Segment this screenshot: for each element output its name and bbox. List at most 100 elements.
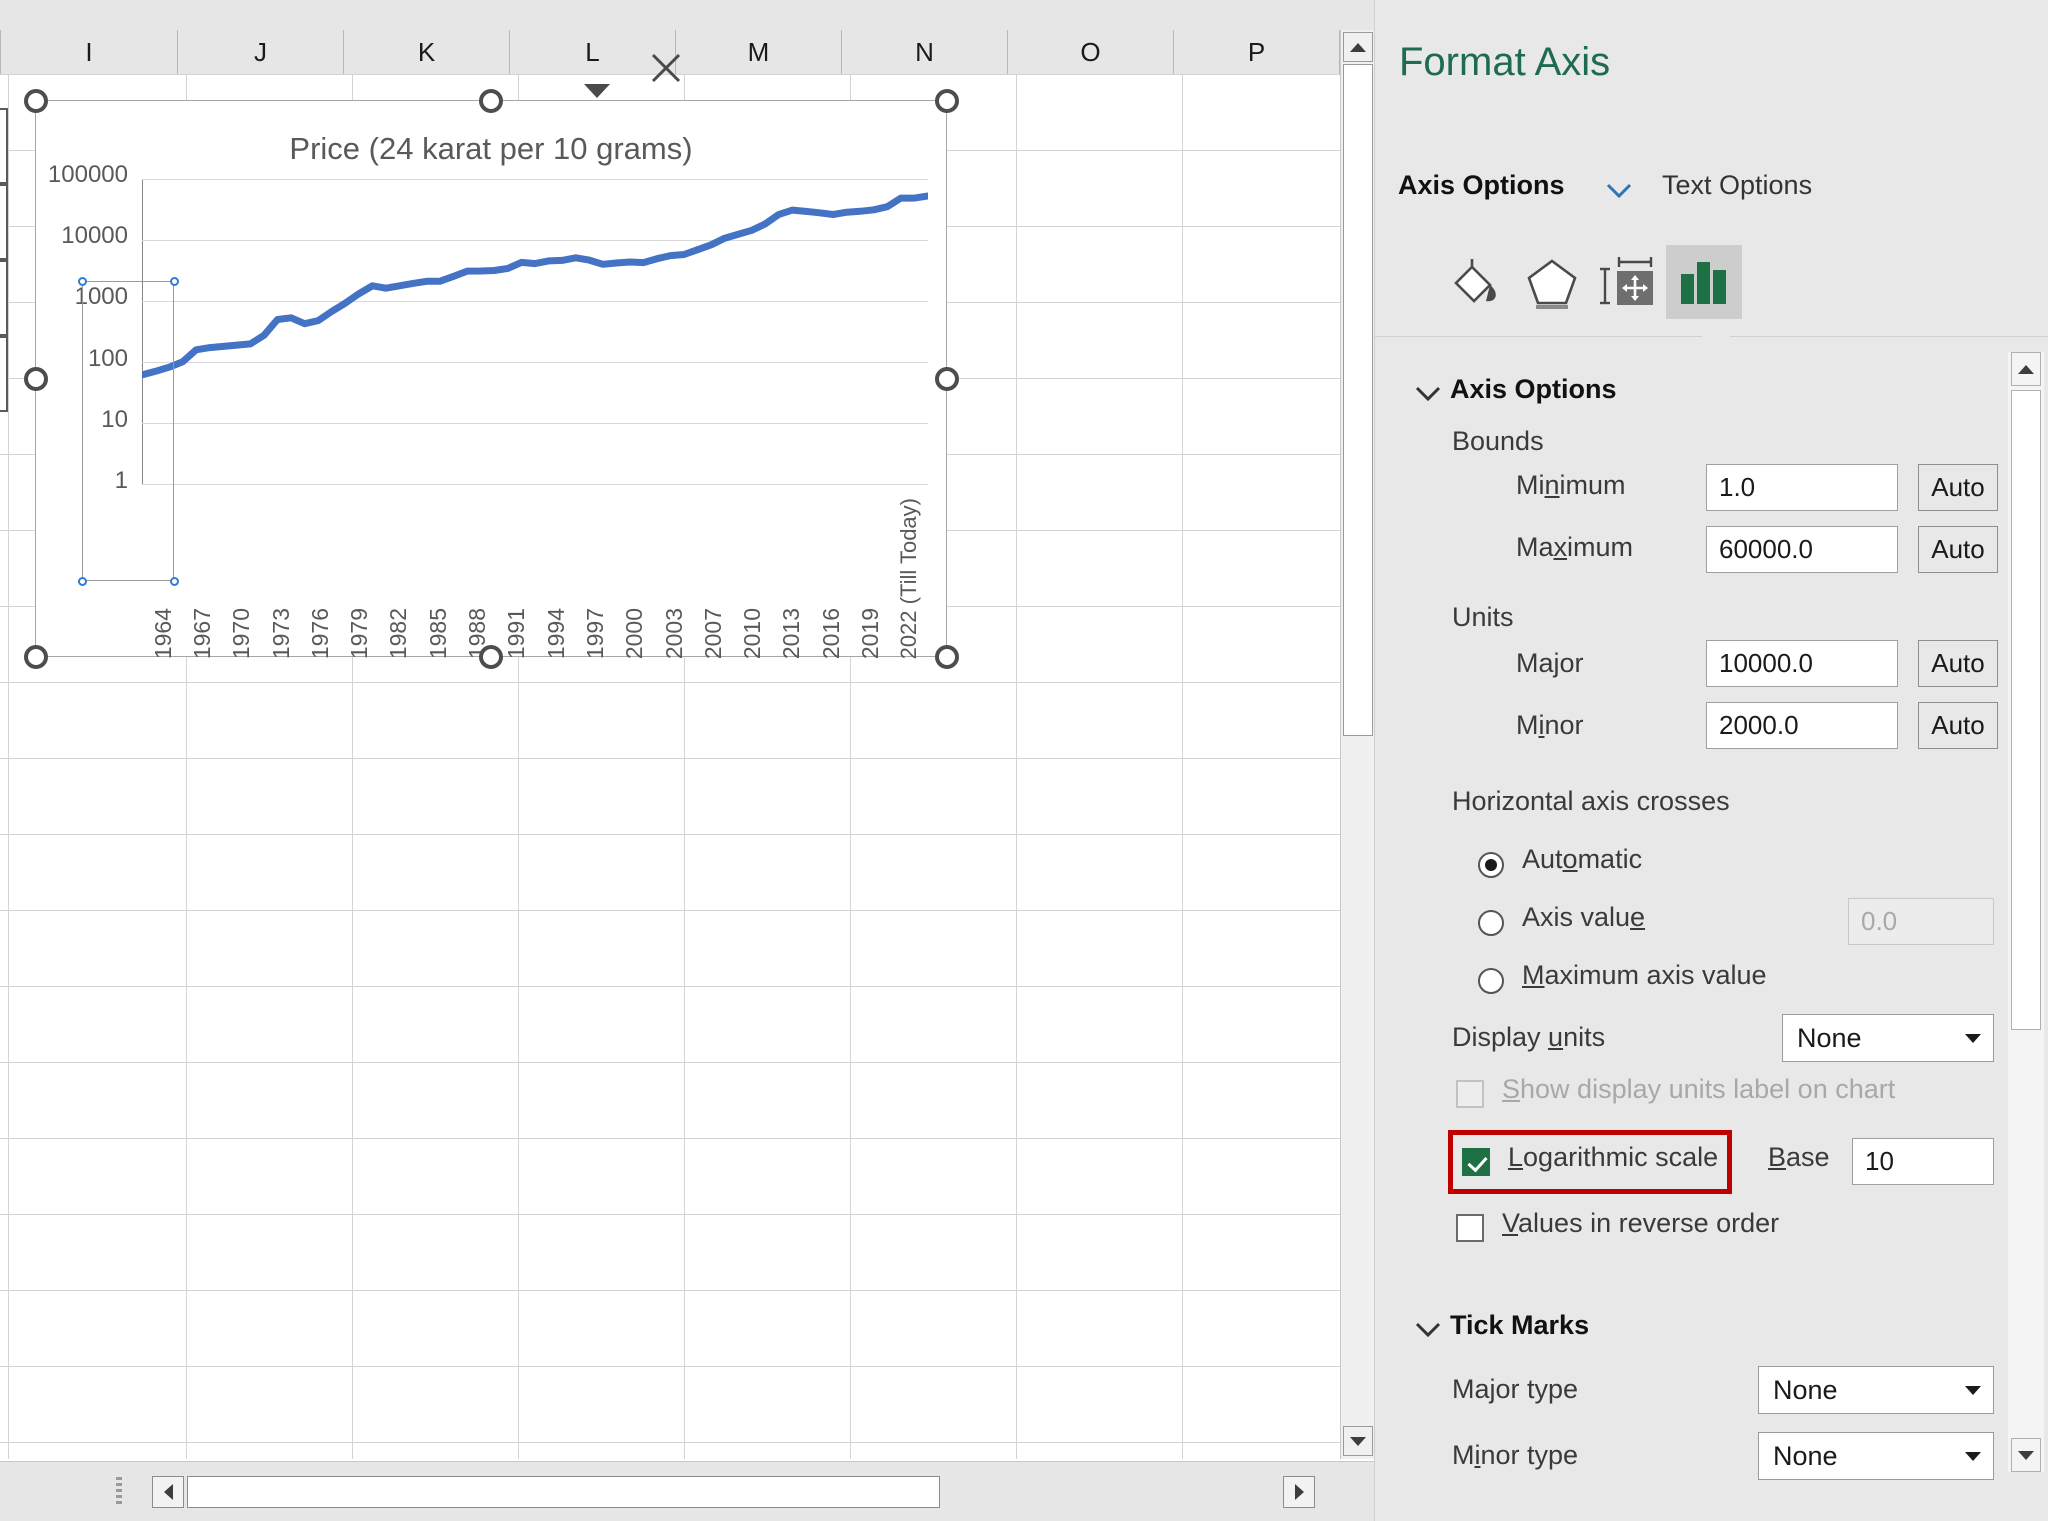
maximum-input[interactable]: 60000.0 (1706, 526, 1898, 573)
axis-handle[interactable] (78, 577, 87, 586)
chevron-down-icon[interactable] (1414, 384, 1442, 407)
panel-vertical-scrollbar[interactable] (2008, 352, 2044, 1472)
chart-resize-handle-n[interactable] (479, 89, 503, 113)
radio-maximum-axis-value-label[interactable]: Maximum axis value (1522, 960, 1767, 991)
horizontal-scroll-thumb[interactable] (187, 1476, 940, 1508)
tab-text-options[interactable]: Text Options (1662, 170, 1812, 201)
major-unit-auto-button[interactable]: Auto (1918, 640, 1998, 687)
chart-title[interactable]: Price (24 karat per 10 grams) (36, 131, 946, 167)
vertical-scroll-thumb[interactable] (1343, 64, 1373, 736)
values-reverse-order-checkbox[interactable] (1456, 1214, 1484, 1242)
fill-line-icon[interactable] (1438, 245, 1514, 319)
chart-resize-handle-sw[interactable] (24, 645, 48, 669)
minor-type-pre: M (1452, 1440, 1475, 1470)
major-type-post: or type (1495, 1374, 1579, 1404)
logarithmic-scale-label[interactable]: Logarithmic scale (1508, 1142, 1718, 1173)
data-series-line[interactable] (142, 179, 928, 485)
scroll-left-button[interactable] (152, 1476, 184, 1508)
split-handle[interactable] (116, 1477, 122, 1505)
axis-handle[interactable] (78, 277, 87, 286)
radio-automatic[interactable] (1478, 852, 1504, 878)
column-header-n[interactable]: N (842, 30, 1008, 74)
radio-maximum-axis-value[interactable] (1478, 968, 1504, 994)
scroll-right-button[interactable] (1283, 1476, 1315, 1508)
gridline-vertical (8, 74, 9, 1459)
chevron-down-icon[interactable] (1604, 180, 1634, 205)
plot-area[interactable] (142, 179, 928, 485)
left-partial-cell[interactable] (0, 336, 8, 412)
major-unit-label: Major (1516, 648, 1584, 679)
radio-automatic-label[interactable]: Automatic (1522, 844, 1642, 875)
gridline-horizontal (0, 1366, 1374, 1367)
major-tick-type-select[interactable]: None (1758, 1366, 1994, 1414)
major-type-value: None (1773, 1374, 1838, 1405)
show-display-units-checkbox[interactable] (1456, 1080, 1484, 1108)
axis-value-input[interactable]: 0.0 (1848, 898, 1994, 945)
maximum-label-post: imum (1567, 532, 1634, 562)
effects-pentagon-icon[interactable] (1514, 245, 1590, 319)
column-header-p[interactable]: P (1174, 30, 1340, 74)
minimum-label-mnemonic: n (1544, 470, 1560, 500)
values-reverse-order-label[interactable]: Values in reverse order (1502, 1208, 1779, 1239)
scroll-up-button[interactable] (1343, 32, 1373, 62)
panel-scroll-up-button[interactable] (2011, 352, 2041, 386)
minor-unit-auto-button[interactable]: Auto (1918, 702, 1998, 749)
minimum-label-post: imum (1559, 470, 1626, 500)
log-scale-post: ogarithmic scale (1523, 1142, 1719, 1172)
chevron-down-icon[interactable] (1414, 1320, 1442, 1343)
show-units-mnemonic: S (1502, 1074, 1521, 1104)
axis-handle[interactable] (170, 277, 179, 286)
left-partial-cell[interactable] (0, 108, 8, 184)
major-unit-input[interactable]: 10000.0 (1706, 640, 1898, 687)
minor-unit-input[interactable]: 2000.0 (1706, 702, 1898, 749)
chart-resize-handle-ne[interactable] (935, 89, 959, 113)
chart-resize-handle-s[interactable] (479, 645, 503, 669)
gridline-horizontal (0, 910, 1374, 911)
value-axis-labels[interactable]: 100000 10000 1000 100 10 1 (36, 161, 128, 494)
category-axis-tick-label: 1994 (542, 607, 569, 659)
close-icon[interactable] (648, 50, 684, 93)
category-axis-tick-label: 2019 (857, 607, 884, 659)
chart-resize-handle-se[interactable] (935, 645, 959, 669)
scroll-right-icon (1294, 1484, 1304, 1500)
left-partial-cell[interactable] (0, 184, 8, 260)
base-input[interactable]: 10 (1852, 1138, 1994, 1185)
scroll-down-button[interactable] (1343, 1426, 1373, 1456)
chart-resize-handle-nw[interactable] (24, 89, 48, 113)
display-units-value: None (1797, 1022, 1862, 1053)
panel-scroll-down-button[interactable] (2011, 1438, 2041, 1472)
minimum-input[interactable]: 1.0 (1706, 464, 1898, 511)
logarithmic-scale-checkbox[interactable] (1462, 1148, 1490, 1176)
chart-resize-handle-w[interactable] (24, 367, 48, 391)
section-heading-axis-options[interactable]: Axis Options (1450, 374, 1617, 405)
value-axis-tick-label: 10 (101, 405, 128, 433)
axis-options-chart-icon[interactable] (1666, 245, 1742, 319)
category-axis-labels[interactable]: 1964 1967 1970 1973 1976 1979 1982 1985 1988 1991… (142, 489, 932, 659)
category-axis-tick-label: 1970 (228, 607, 255, 659)
display-units-select[interactable]: None (1782, 1014, 1994, 1062)
gridline-vertical (1182, 74, 1183, 1459)
size-properties-icon[interactable] (1590, 245, 1666, 319)
left-partial-cell[interactable] (0, 260, 8, 336)
panel-scroll-thumb[interactable] (2011, 390, 2041, 1030)
section-heading-tick-marks[interactable]: Tick Marks (1450, 1310, 1589, 1341)
chart-resize-handle-e[interactable] (935, 367, 959, 391)
column-header-k[interactable]: K (344, 30, 510, 74)
minor-type-post: nor type (1480, 1440, 1579, 1470)
radio-axis-value-label[interactable]: Axis value (1522, 902, 1645, 933)
display-units-mnemonic: u (1548, 1022, 1564, 1052)
worksheet-vertical-scrollbar[interactable] (1340, 30, 1374, 1459)
maximum-auto-button[interactable]: Auto (1918, 526, 1998, 573)
scroll-down-icon (1350, 1436, 1366, 1446)
tab-axis-options[interactable]: Axis Options (1398, 170, 1565, 201)
radio-axis-value[interactable] (1478, 910, 1504, 936)
gridline-horizontal (0, 74, 1374, 75)
column-header-i[interactable]: I (0, 30, 178, 74)
minor-tick-type-select[interactable]: None (1758, 1432, 1994, 1480)
panel-menu-caret-icon[interactable] (580, 78, 614, 107)
column-header-j[interactable]: J (178, 30, 344, 74)
minimum-auto-button[interactable]: Auto (1918, 464, 1998, 511)
column-header-o[interactable]: O (1008, 30, 1174, 74)
column-header-m[interactable]: M (676, 30, 842, 74)
chart-object[interactable]: Price (24 karat per 10 grams) 100000 1000… (35, 100, 947, 659)
